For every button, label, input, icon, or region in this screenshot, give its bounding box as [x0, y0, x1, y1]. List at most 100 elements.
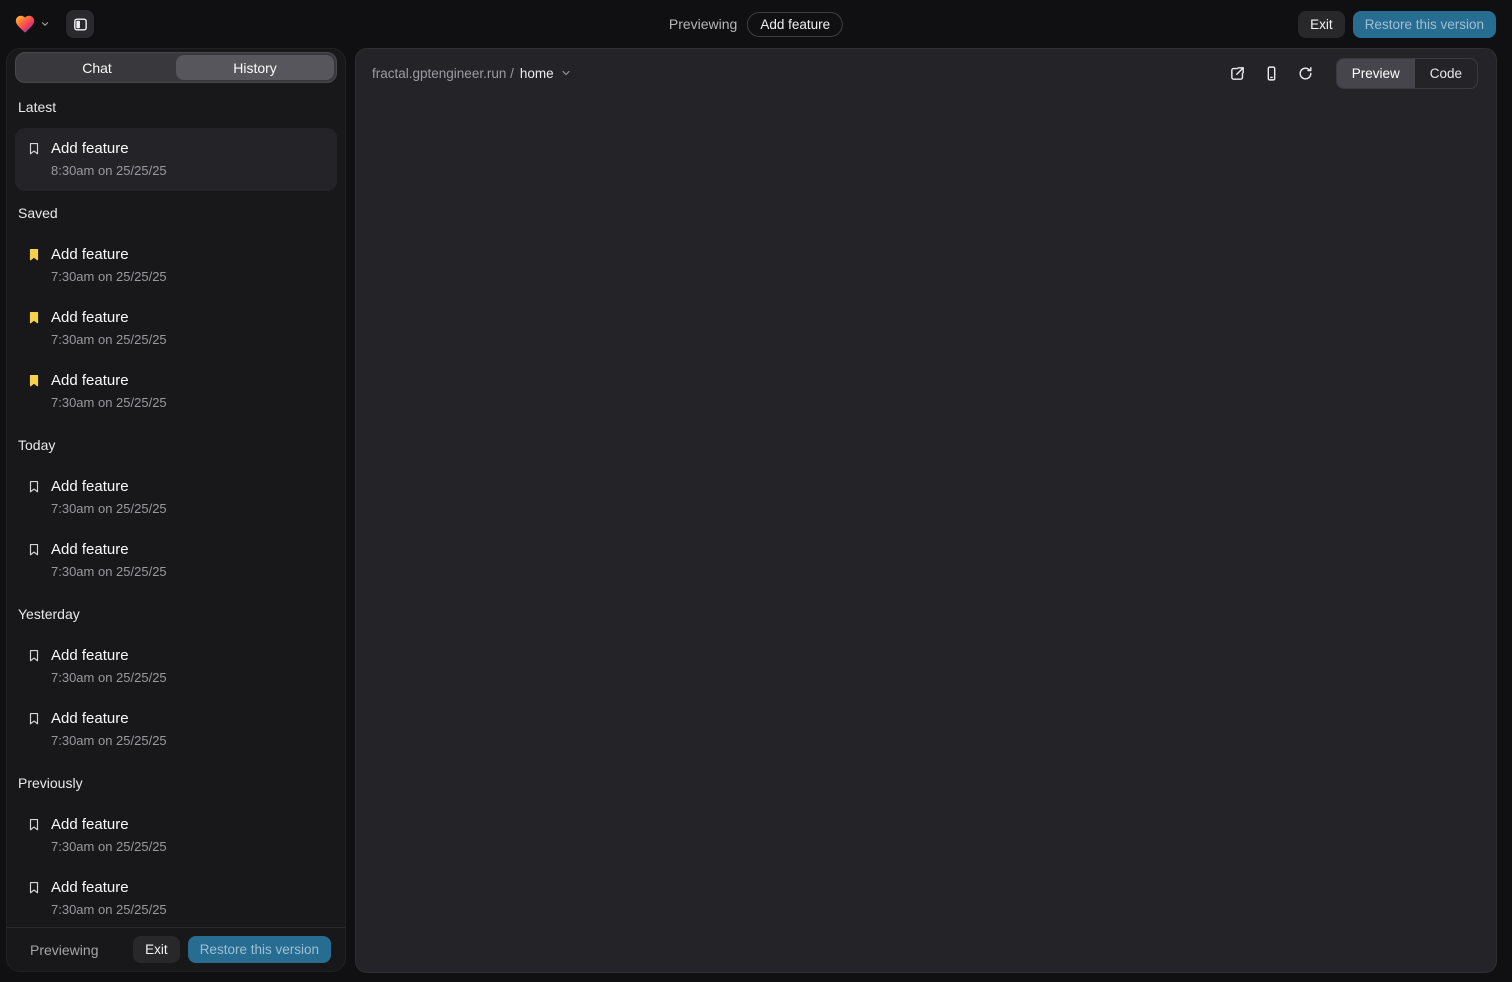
version-entry-title: Add feature [51, 708, 167, 730]
bookmark-icon [27, 542, 41, 557]
version-entry-title: Add feature [51, 645, 167, 667]
sidebar-toggle-button[interactable] [66, 10, 94, 38]
preview-url-prefix: fractal.gptengineer.run / [372, 66, 514, 81]
version-entry-time: 7:30am on 25/25/25 [51, 266, 167, 287]
history-section: Latest Add feature 8:30am on 25/25/25 [15, 99, 337, 191]
version-entry-time: 7:30am on 25/25/25 [51, 899, 167, 920]
topbar: Previewing Add feature Exit Restore this… [0, 0, 1512, 48]
version-entry-time: 8:30am on 25/25/25 [51, 160, 167, 181]
preview-code-toggle: Preview Code [1336, 58, 1478, 89]
version-entry-text: Add feature 7:30am on 25/25/25 [51, 307, 167, 350]
history-section: Previously Add feature 7:30am on 25/25/2… [15, 775, 337, 927]
version-entry-text: Add feature 7:30am on 25/25/25 [51, 539, 167, 582]
sidebar-footer: Previewing Exit Restore this version [7, 927, 345, 971]
footer-restore-version-button[interactable]: Restore this version [188, 936, 331, 963]
bookmark-toggle[interactable] [27, 247, 41, 262]
version-entry-time: 7:30am on 25/25/25 [51, 498, 167, 519]
footer-previewing-label: Previewing [21, 942, 98, 958]
bookmark-filled-icon [27, 310, 41, 325]
restore-version-button[interactable]: Restore this version [1353, 11, 1496, 38]
version-entry-time: 7:30am on 25/25/25 [51, 561, 167, 582]
version-entry-text: Add feature 7:30am on 25/25/25 [51, 708, 167, 751]
refresh-icon [1297, 65, 1314, 82]
bookmark-filled-icon [27, 247, 41, 262]
lovable-heart-icon [14, 13, 36, 35]
preview-pane: fractal.gptengineer.run / home [355, 48, 1497, 973]
version-entry[interactable]: Add feature 7:30am on 25/25/25 [15, 635, 337, 698]
version-entry[interactable]: Add feature 7:30am on 25/25/25 [15, 466, 337, 529]
bookmark-toggle[interactable] [27, 141, 41, 156]
open-in-new-window-button[interactable] [1224, 59, 1252, 87]
bookmark-icon [27, 479, 41, 494]
bookmark-filled-icon [27, 373, 41, 388]
version-entry-text: Add feature 7:30am on 25/25/25 [51, 877, 167, 920]
history-section: Yesterday Add feature 7:30am on 25/25/25… [15, 606, 337, 761]
version-entry[interactable]: Add feature 8:30am on 25/25/25 [15, 128, 337, 191]
bookmark-icon [27, 817, 41, 832]
version-entry-text: Add feature 7:30am on 25/25/25 [51, 814, 167, 857]
history-section-title: Latest [15, 99, 337, 116]
version-entry-title: Add feature [51, 476, 167, 498]
version-entry-title: Add feature [51, 244, 167, 266]
bookmark-toggle[interactable] [27, 880, 41, 895]
version-entry[interactable]: Add feature 7:30am on 25/25/25 [15, 867, 337, 927]
version-entry-text: Add feature 7:30am on 25/25/25 [51, 645, 167, 688]
version-entry[interactable]: Add feature 7:30am on 25/25/25 [15, 804, 337, 867]
history-sidebar: Chat History Latest Add feature 8:30am o… [6, 48, 346, 972]
bookmark-toggle[interactable] [27, 479, 41, 494]
tab-chat[interactable]: Chat [18, 55, 176, 80]
tab-code[interactable]: Code [1415, 59, 1477, 88]
version-entry-title: Add feature [51, 138, 167, 160]
previewing-status-label: Previewing [669, 16, 737, 32]
history-section-title: Today [15, 437, 337, 454]
bookmark-toggle[interactable] [27, 648, 41, 663]
history-section-entries: Add feature 8:30am on 25/25/25 [15, 128, 337, 191]
bookmark-toggle[interactable] [27, 373, 41, 388]
bookmark-toggle[interactable] [27, 542, 41, 557]
history-section: Saved Add feature 7:30am on 25/25/25 Add… [15, 205, 337, 423]
history-section-title: Saved [15, 205, 337, 222]
version-entry-text: Add feature 7:30am on 25/25/25 [51, 244, 167, 287]
panel-toggle-icon [72, 16, 89, 33]
bookmark-toggle[interactable] [27, 310, 41, 325]
version-entry[interactable]: Add feature 7:30am on 25/25/25 [15, 297, 337, 360]
version-entry-title: Add feature [51, 539, 167, 561]
version-entry[interactable]: Add feature 7:30am on 25/25/25 [15, 234, 337, 297]
history-section-entries: Add feature 7:30am on 25/25/25 Add featu… [15, 234, 337, 423]
bookmark-toggle[interactable] [27, 711, 41, 726]
bookmark-icon [27, 648, 41, 663]
version-entry-title: Add feature [51, 877, 167, 899]
footer-exit-button[interactable]: Exit [133, 936, 180, 963]
version-entry-title: Add feature [51, 307, 167, 329]
app-logo-menu[interactable] [12, 11, 52, 37]
version-history-list: Latest Add feature 8:30am on 25/25/25 Sa… [7, 83, 345, 927]
history-section-entries: Add feature 7:30am on 25/25/25 Add featu… [15, 635, 337, 761]
tab-preview[interactable]: Preview [1337, 59, 1415, 88]
preview-viewport [356, 97, 1496, 972]
version-entry-text: Add feature 8:30am on 25/25/25 [51, 138, 167, 181]
version-entry-title: Add feature [51, 370, 167, 392]
chevron-down-icon [40, 19, 50, 29]
version-entry[interactable]: Add feature 7:30am on 25/25/25 [15, 360, 337, 423]
version-entry-text: Add feature 7:30am on 25/25/25 [51, 370, 167, 413]
topbar-right: Exit Restore this version [1298, 0, 1496, 48]
topbar-left [12, 0, 94, 48]
mobile-view-button[interactable] [1258, 59, 1286, 87]
refresh-button[interactable] [1292, 59, 1320, 87]
version-entry[interactable]: Add feature 7:30am on 25/25/25 [15, 529, 337, 592]
bookmark-toggle[interactable] [27, 817, 41, 832]
history-section-title: Previously [15, 775, 337, 792]
history-section: Today Add feature 7:30am on 25/25/25 Add… [15, 437, 337, 592]
open-in-new-window-icon [1229, 65, 1246, 82]
mobile-view-icon [1263, 65, 1280, 82]
bookmark-icon [27, 141, 41, 156]
version-entry[interactable]: Add feature 7:30am on 25/25/25 [15, 698, 337, 761]
version-entry-time: 7:30am on 25/25/25 [51, 836, 167, 857]
preview-pane-header: fractal.gptengineer.run / home [356, 49, 1496, 97]
version-name-badge: Add feature [747, 12, 843, 37]
preview-url-dropdown[interactable]: fractal.gptengineer.run / home [372, 66, 572, 81]
tab-history[interactable]: History [176, 55, 334, 80]
chat-history-tabs: Chat History [15, 52, 337, 83]
exit-button[interactable]: Exit [1298, 11, 1345, 38]
version-entry-time: 7:30am on 25/25/25 [51, 329, 167, 350]
